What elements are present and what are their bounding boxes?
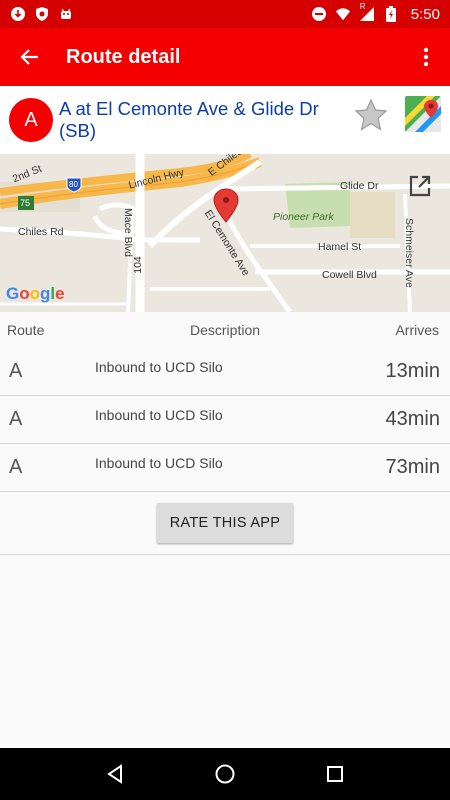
download-icon [10, 6, 26, 22]
row-description: Inbound to UCD Silo [95, 407, 223, 423]
header-description: Description [190, 322, 261, 338]
system-nav-bar [0, 748, 450, 800]
nav-recents-button[interactable] [315, 754, 355, 794]
roaming-label: R [359, 2, 366, 11]
battery-icon [383, 6, 399, 22]
arrivals-list: A Inbound to UCD Silo 13min A Inbound to… [0, 348, 450, 492]
nav-back-button[interactable] [95, 754, 135, 794]
circle-home-icon [215, 764, 235, 784]
nav-home-button[interactable] [205, 754, 245, 794]
row-arrives: 43min [385, 408, 440, 430]
triangle-back-icon [107, 764, 122, 784]
square-recents-icon [327, 766, 343, 782]
google-maps-icon [405, 96, 441, 132]
page-title: Route detail [66, 45, 181, 68]
row-route: A [9, 408, 23, 430]
map-label-cowell: Cowell Blvd [322, 269, 377, 281]
rate-section: RATE THIS APP [0, 491, 450, 555]
map-label-pioneer-park: Pioneer Park [273, 211, 334, 223]
row-route: A [9, 456, 23, 478]
arrival-row[interactable]: A Inbound to UCD Silo 13min [0, 348, 450, 396]
android-icon [58, 6, 74, 22]
open-external-icon [409, 175, 431, 197]
rate-app-button[interactable]: RATE THIS APP [157, 503, 293, 543]
open-in-maps-button[interactable] [408, 174, 432, 198]
favorite-button[interactable] [354, 98, 388, 132]
map-view[interactable]: E Chiles Rd Glide Dr Lincoln Hwy 2nd St … [0, 154, 450, 312]
row-description: Inbound to UCD Silo [95, 455, 223, 471]
wifi-icon [335, 6, 351, 22]
back-button[interactable] [0, 28, 60, 86]
arrivals-table-header: Route Description Arrives [0, 312, 450, 348]
map-label-hwy-75: 75 [20, 198, 31, 208]
map-label-mace: Mace Blvd [122, 208, 134, 258]
open-maps-button[interactable] [405, 96, 441, 132]
map-label-i80: 80 [69, 180, 78, 189]
arrow-back-icon [20, 49, 38, 65]
map-label-schmeiser: Schmeiser Ave [403, 218, 415, 288]
overflow-menu-button[interactable] [402, 28, 450, 86]
row-description: Inbound to UCD Silo [95, 359, 223, 375]
stop-header: A A at El Cemonte Ave & Glide Dr (SB) [0, 86, 450, 154]
app-bar: Route detail [0, 28, 450, 86]
do-not-disturb-icon [311, 6, 327, 22]
shield-icon [34, 6, 50, 22]
row-route: A [9, 360, 23, 382]
header-route: Route [7, 322, 45, 338]
map-label-chiles: Chiles Rd [18, 226, 64, 238]
clock: 5:50 [410, 5, 440, 23]
route-badge: A [9, 98, 53, 142]
row-arrives: 13min [385, 360, 440, 382]
status-bar: R 5:50 [0, 0, 450, 28]
google-logo: Google [6, 284, 65, 303]
stop-name: A at El Cemonte Ave & Glide Dr (SB) [59, 98, 319, 141]
star-icon [354, 98, 388, 131]
more-vert-icon [423, 47, 429, 67]
map-label-glide: Glide Dr [340, 180, 379, 192]
map-label-hwy-104: 104 [131, 256, 144, 274]
signal-icon: R [359, 2, 375, 22]
row-arrives: 73min [385, 456, 440, 478]
arrival-row[interactable]: A Inbound to UCD Silo 43min [0, 396, 450, 444]
header-arrives: Arrives [395, 322, 439, 338]
route-detail-screen: { "status_bar": { "time": "5:50", "left_… [0, 0, 450, 800]
map-label-hamel: Hamel St [318, 241, 362, 253]
arrival-row[interactable]: A Inbound to UCD Silo 73min [0, 444, 450, 492]
